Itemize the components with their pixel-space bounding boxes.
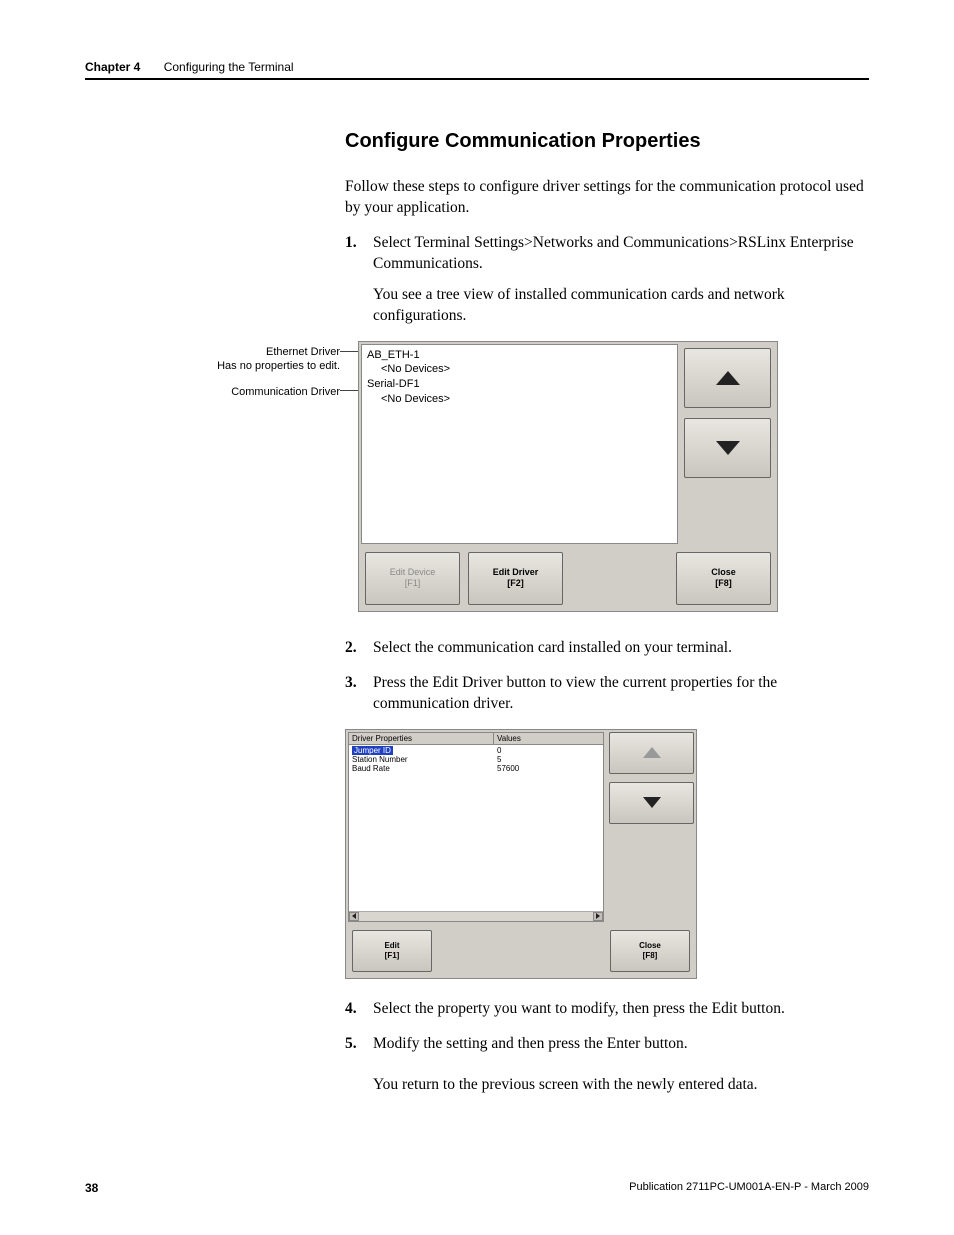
scroll-up-button[interactable]	[609, 732, 694, 774]
scroll-down-button[interactable]	[609, 782, 694, 824]
tree-child[interactable]: <No Devices>	[367, 362, 672, 377]
chapter-label: Chapter 4	[85, 60, 140, 74]
edit-button[interactable]: Edit [F1]	[352, 930, 432, 973]
property-value: 57600	[497, 764, 600, 773]
callout-ethernet-driver: Ethernet Driver	[217, 345, 340, 359]
callout-line-icon	[340, 390, 358, 391]
tree-view[interactable]: AB_ETH-1 <No Devices> Serial-DF1 <No Dev…	[361, 344, 678, 544]
step-5-sub: You return to the previous screen with t…	[373, 1075, 869, 1096]
tree-node[interactable]: Serial-DF1	[367, 377, 672, 392]
step-2: Select the communication card installed …	[345, 638, 869, 659]
step-5: Modify the setting and then press the En…	[345, 1034, 869, 1096]
page-number: 38	[85, 1181, 98, 1195]
section-title: Configure Communication Properties	[345, 130, 869, 153]
step-1-sub: You see a tree view of installed communi…	[373, 285, 869, 327]
figure-driver-properties: Driver Properties Values Jumper ID Stati…	[345, 729, 697, 980]
close-button[interactable]: Close [F8]	[610, 930, 690, 973]
callout-comm-driver: Communication Driver	[231, 385, 340, 399]
property-value: 0	[497, 746, 600, 755]
page-footer: 38 Publication 2711PC-UM001A-EN-P - Marc…	[85, 1181, 869, 1195]
triangle-up-icon	[716, 371, 740, 385]
step-1-text: Select Terminal Settings>Networks and Co…	[373, 234, 854, 272]
edit-driver-button[interactable]: Edit Driver [F2]	[468, 552, 563, 605]
property-row[interactable]: Station Number	[352, 755, 491, 764]
scroll-down-button[interactable]	[684, 418, 771, 478]
tree-child[interactable]: <No Devices>	[367, 392, 672, 407]
edit-device-button[interactable]: Edit Device [F1]	[365, 552, 460, 605]
publication-info: Publication 2711PC-UM001A-EN-P - March 2…	[629, 1181, 869, 1195]
horizontal-scrollbar[interactable]	[349, 911, 603, 921]
scroll-up-button[interactable]	[684, 348, 771, 408]
column-header-properties: Driver Properties	[349, 733, 494, 744]
close-button[interactable]: Close [F8]	[676, 552, 771, 605]
intro-paragraph: Follow these steps to configure driver s…	[345, 177, 869, 219]
step-4: Select the property you want to modify, …	[345, 999, 869, 1020]
step-1: Select Terminal Settings>Networks and Co…	[345, 233, 869, 327]
triangle-up-icon	[643, 747, 661, 758]
figure-rslinx-tree: Ethernet Driver Has no properties to edi…	[185, 341, 869, 612]
property-value: 5	[497, 755, 600, 764]
scroll-left-button[interactable]	[349, 912, 359, 921]
triangle-down-icon	[643, 797, 661, 808]
properties-table[interactable]: Driver Properties Values Jumper ID Stati…	[348, 732, 604, 922]
property-row[interactable]: Baud Rate	[352, 764, 491, 773]
callout-ethernet-note: Has no properties to edit.	[217, 359, 340, 373]
property-row-selected[interactable]: Jumper ID	[352, 746, 393, 755]
tree-node[interactable]: AB_ETH-1	[367, 348, 672, 363]
column-header-values: Values	[494, 733, 603, 744]
chapter-title: Configuring the Terminal	[164, 60, 294, 74]
triangle-left-icon	[352, 913, 356, 919]
callout-line-icon	[340, 351, 358, 352]
step-3: Press the Edit Driver button to view the…	[345, 673, 869, 715]
page-header: Chapter 4 Configuring the Terminal	[85, 60, 869, 80]
scroll-right-button[interactable]	[593, 912, 603, 921]
triangle-right-icon	[596, 913, 600, 919]
triangle-down-icon	[716, 441, 740, 455]
